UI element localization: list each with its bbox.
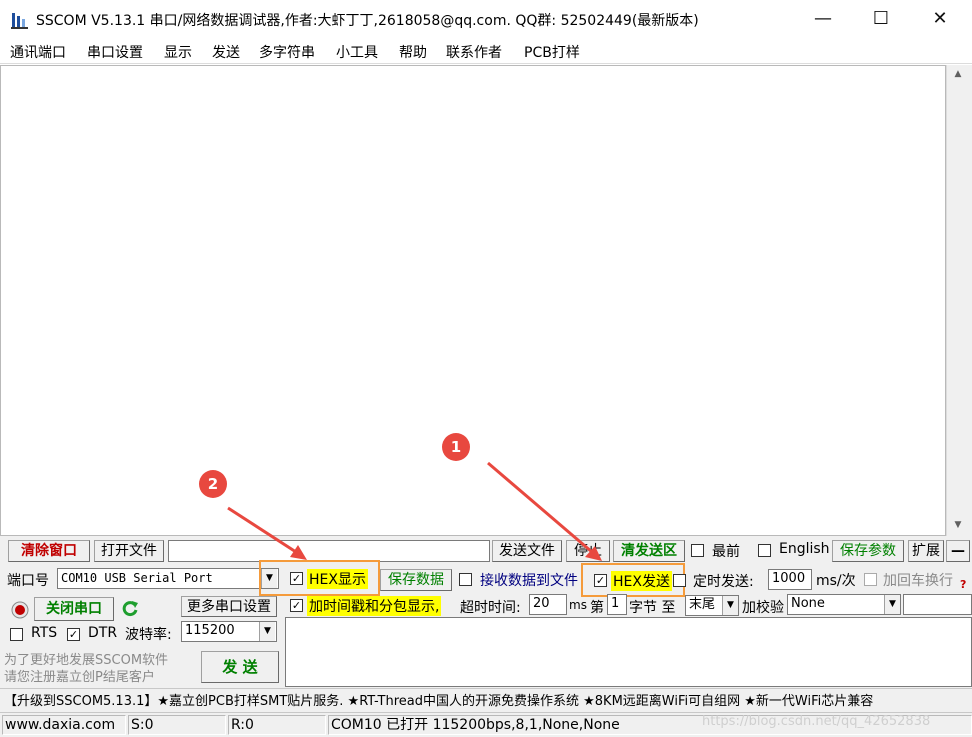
rts-label: RTS [31,625,58,641]
record-icon [11,601,29,619]
maximize-button[interactable]: ☐ [858,0,904,38]
promo-line-2: 请您注册嘉立创P结尾客户 [4,670,155,685]
timestamp-label: 加时间戳和分包显示, [307,596,442,616]
watermark: https://blog.csdn.net/qq_42652838 [702,714,931,729]
refresh-icon[interactable] [120,599,140,619]
send-textarea[interactable] [285,617,972,687]
port-select-value: COM10 USB Serial Port [61,571,213,585]
save-params-button[interactable]: 保存参数 [832,540,904,562]
menu-multi-string[interactable]: 多字符串 [259,42,315,62]
checksum-dropdown-icon[interactable]: ▼ [884,595,900,614]
close-button[interactable]: ✕ [917,0,963,38]
annotation-box-2 [259,560,380,596]
timed-send-label: 定时发送: [693,574,754,590]
annotation-badge-1: 1 [442,433,470,461]
receive-area[interactable] [0,65,946,536]
port-label: 端口号 [7,573,49,589]
timed-unit-label: ms/次 [816,573,856,589]
add-crlf-label: 加回车换行 [883,573,953,589]
menu-serial-settings[interactable]: 串口设置 [87,42,143,62]
nth-label: 第 [590,600,604,616]
window-title: SSCOM V5.13.1 串口/网络数据调试器,作者:大虾丁丁,2618058… [36,13,699,29]
menu-contact-author[interactable]: 联系作者 [446,42,502,62]
send-button[interactable]: 发 送 [201,651,279,683]
nth-byte-input[interactable]: 1 [607,594,627,615]
scroll-down-icon[interactable]: ▼ [951,520,965,532]
more-settings-button[interactable]: 更多串口设置 [181,596,277,617]
rts-checkbox[interactable] [10,628,23,641]
topmost-checkbox[interactable] [691,544,704,557]
menu-comm-port[interactable]: 通讯端口 [10,42,66,62]
topmost-label: 最前 [712,544,740,560]
timeout-label: 超时时间: [460,600,521,616]
port-select[interactable]: COM10 USB Serial Port [57,568,279,589]
dtr-label: DTR [88,625,118,641]
status-sent-count: S:0 [128,715,226,735]
open-file-button[interactable]: 打开文件 [94,540,164,562]
timeout-input[interactable]: 20 [529,594,567,615]
send-file-button[interactable]: 发送文件 [492,540,562,562]
timeout-unit-label: ms [569,598,587,612]
menu-pcb-proofing[interactable]: PCB打样 [524,42,580,62]
recv-to-file-label: 接收数据到文件 [480,573,578,589]
expand-button[interactable]: 扩展 [908,540,944,562]
dtr-checkbox[interactable]: ✓ [67,628,80,641]
clear-window-button[interactable]: 清除窗口 [8,540,90,562]
timed-interval-input[interactable]: 1000 [768,569,812,590]
byte-to-label: 字节 至 [629,600,676,616]
app-icon [10,10,30,30]
close-port-button[interactable]: 关闭串口 [34,597,114,621]
baud-dropdown-icon[interactable]: ▼ [259,622,275,641]
english-checkbox[interactable] [758,544,771,557]
timed-send-checkbox[interactable] [673,574,686,587]
menu-display[interactable]: 显示 [164,42,192,62]
save-data-button[interactable]: 保存数据 [380,569,452,591]
english-label: English [779,541,830,557]
scroll-up-icon[interactable]: ▲ [951,69,965,81]
stop-button[interactable]: 停止 [566,540,610,562]
annotation-badge-2: 2 [199,470,227,498]
baud-label: 波特率: [125,627,172,643]
timestamp-checkbox[interactable]: ✓ [290,599,303,612]
annotation-box-1 [581,563,685,597]
help-icon[interactable]: ? [960,578,966,591]
checksum-label: 加校验 [742,600,784,616]
baud-select-value: 115200 [185,623,235,638]
checksum-select-value: None [791,596,825,611]
minimize-button[interactable]: — [800,0,846,38]
status-website[interactable]: www.daxia.com [2,715,126,735]
recv-to-file-checkbox[interactable] [459,573,472,586]
menu-help[interactable]: 帮助 [399,42,427,62]
file-path-input[interactable] [168,540,490,562]
checksum-result-field [903,594,972,615]
clear-send-button[interactable]: 清发送区 [613,540,685,562]
ad-text[interactable]: 【升级到SSCOM5.13.1】★嘉立创PCB打样SMT贴片服务. ★RT-Th… [4,690,873,709]
tail-select-value: 末尾 [689,597,716,612]
vertical-scrollbar[interactable] [946,65,972,536]
tail-dropdown-icon[interactable]: ▼ [722,596,738,615]
status-recv-count: R:0 [228,715,326,735]
add-crlf-checkbox[interactable] [864,573,877,586]
collapse-button[interactable]: — [946,540,970,562]
menu-send[interactable]: 发送 [212,42,240,62]
menu-tools[interactable]: 小工具 [336,42,378,62]
